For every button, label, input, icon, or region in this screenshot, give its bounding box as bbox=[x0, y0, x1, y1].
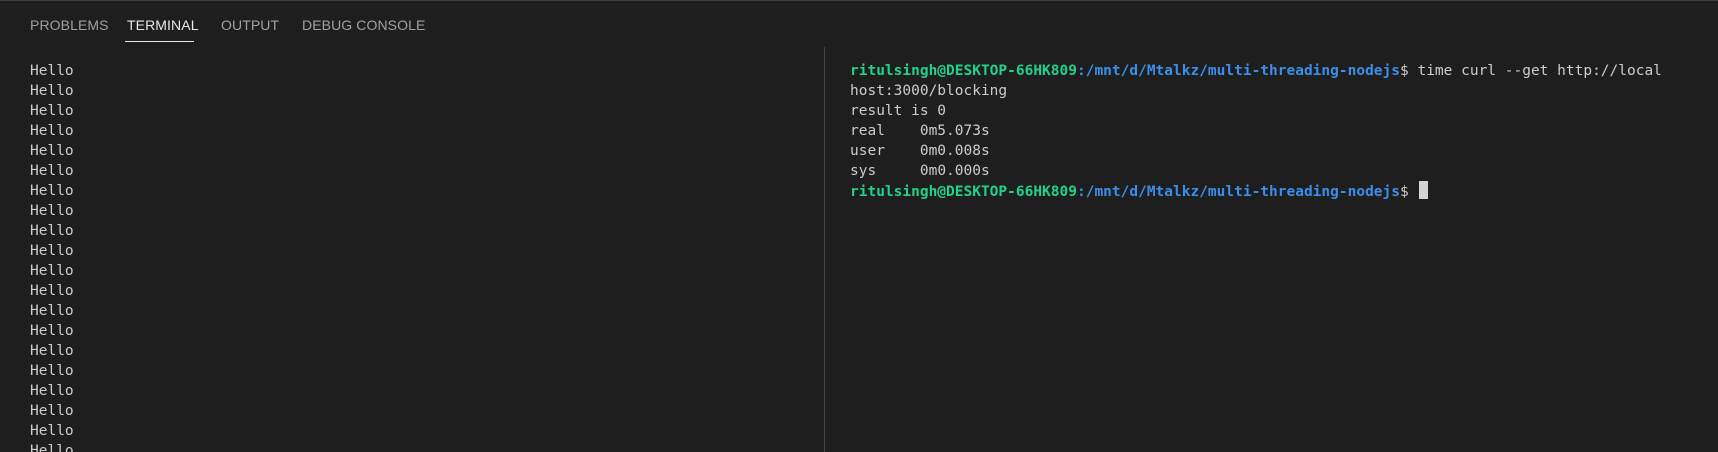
prompt-symbol: $ bbox=[1400, 63, 1418, 79]
terminal-output-line: Hello bbox=[30, 183, 74, 199]
prompt-path: :/mnt/d/Mtalkz/multi-threading-nodejs bbox=[1076, 184, 1400, 200]
prompt-user: ritulsingh@DESKTOP-66HK809 bbox=[850, 63, 1077, 79]
tab-debug-console[interactable]: DEBUG CONSOLE bbox=[302, 17, 425, 33]
terminal-output-line: Hello bbox=[30, 383, 74, 399]
prompt-command: time curl --get http://local bbox=[1417, 63, 1662, 79]
terminal-output-line: Hello bbox=[30, 283, 74, 299]
tab-output[interactable]: OUTPUT bbox=[221, 17, 279, 33]
terminal-output-left: Hello Hello Hello Hello Hello Hello Hello Hello… bbox=[30, 61, 74, 452]
terminal-pane-right[interactable]: ritulsingh@DESKTOP-66HK809:/mnt/d/Mtalkz… bbox=[826, 47, 1718, 452]
tab-terminal[interactable]: TERMINAL bbox=[127, 17, 199, 33]
terminal-output-line: Hello bbox=[30, 303, 74, 319]
result-line: result is 0 bbox=[850, 103, 947, 119]
terminal-panel: PROBLEMS TERMINAL OUTPUT DEBUG CONSOLE H… bbox=[0, 0, 1718, 452]
timing-sys: sys 0m0.000s bbox=[850, 161, 1662, 181]
terminal-output-line: Hello bbox=[30, 143, 74, 159]
terminal-output-line: Hello bbox=[30, 443, 74, 452]
terminal-output-line: Hello bbox=[30, 63, 74, 79]
prompt-line: ritulsingh@DESKTOP-66HK809:/mnt/d/Mtalkz… bbox=[850, 61, 1662, 81]
terminal-output-line: Hello bbox=[30, 323, 74, 339]
timing-user: user 0m0.008s bbox=[850, 141, 1662, 161]
panel-tab-bar: PROBLEMS TERMINAL OUTPUT DEBUG CONSOLE bbox=[0, 1, 1718, 45]
terminal-output-right: ritulsingh@DESKTOP-66HK809:/mnt/d/Mtalkz… bbox=[850, 61, 1662, 201]
terminal-output-line: Hello bbox=[30, 343, 74, 359]
terminal-pane-left[interactable]: Hello Hello Hello Hello Hello Hello Hello Hello… bbox=[0, 47, 824, 452]
terminal-output-line: Hello bbox=[30, 163, 74, 179]
wrapped-command-line: host:3000/blocking bbox=[850, 83, 1008, 99]
prompt-path: :/mnt/d/Mtalkz/multi-threading-nodejs bbox=[1076, 63, 1400, 79]
terminal-output-line: Hello bbox=[30, 403, 74, 419]
tab-problems[interactable]: PROBLEMS bbox=[30, 17, 109, 33]
prompt-line: ritulsingh@DESKTOP-66HK809:/mnt/d/Mtalkz… bbox=[850, 181, 1662, 201]
terminal-output-line: Hello bbox=[30, 243, 74, 259]
terminal-output-line: Hello bbox=[30, 83, 74, 99]
timing-label: real bbox=[850, 123, 885, 139]
terminal-output-line: Hello bbox=[30, 103, 74, 119]
prompt-user: ritulsingh@DESKTOP-66HK809 bbox=[850, 184, 1077, 200]
timing-real: real 0m5.073s bbox=[850, 121, 1662, 141]
terminal-output-line: Hello bbox=[30, 223, 74, 239]
timing-value: 0m0.008s bbox=[919, 143, 990, 159]
active-tab-indicator bbox=[125, 41, 194, 42]
prompt-symbol: $ bbox=[1400, 184, 1418, 200]
terminal-output-line: Hello bbox=[30, 263, 74, 279]
terminal-cursor[interactable] bbox=[1419, 181, 1429, 199]
timing-label: sys bbox=[850, 163, 877, 179]
terminal-output-line: Hello bbox=[30, 423, 74, 439]
split-divider[interactable] bbox=[824, 47, 825, 452]
terminal-output-line: Hello bbox=[30, 203, 74, 219]
timing-value: 0m5.073s bbox=[919, 123, 990, 139]
terminal-output-line: Hello bbox=[30, 363, 74, 379]
terminal-output-line: Hello bbox=[30, 123, 74, 139]
timing-label: user bbox=[850, 143, 885, 159]
timing-value: 0m0.000s bbox=[919, 163, 990, 179]
